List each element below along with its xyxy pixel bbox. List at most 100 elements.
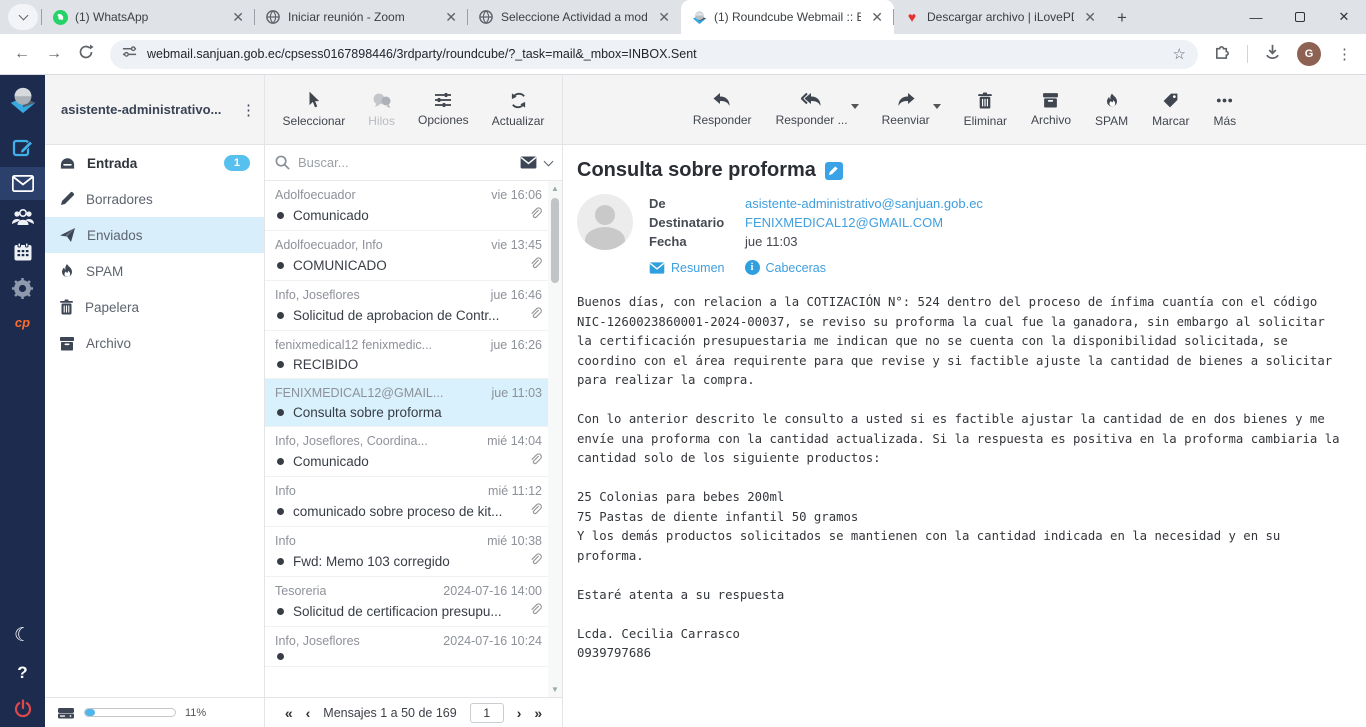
compose-button[interactable] (0, 129, 45, 167)
search-scope-icon[interactable] (520, 156, 537, 169)
tab-search-button[interactable] (8, 4, 38, 30)
reply-all-button[interactable]: Responder ... (776, 92, 848, 127)
quota-percent: 11% (185, 707, 206, 719)
message-row-selected[interactable]: FENIXMEDICAL12@GMAIL...jue 11:03 Consult… (265, 379, 548, 427)
tab-whatsapp[interactable]: (1) WhatsApp ✕ (42, 0, 255, 34)
close-icon[interactable]: ✕ (1081, 9, 1099, 26)
folder-papelera[interactable]: Papelera (45, 289, 264, 325)
scroll-down-icon[interactable]: ▼ (551, 682, 559, 697)
settings-nav-button[interactable] (0, 270, 45, 307)
refresh-icon (510, 92, 527, 109)
maximize-button[interactable] (1278, 0, 1322, 34)
message-row[interactable]: Infomié 11:12 comunicado sobre proceso d… (265, 477, 548, 527)
subject-row: Consulta sobre proforma (577, 159, 1346, 182)
tab-actividad[interactable]: Seleccione Actividad a mod ✕ (468, 0, 681, 34)
mark-button[interactable]: Marcar (1152, 92, 1189, 128)
close-icon[interactable]: ✕ (229, 9, 247, 26)
message-row[interactable]: Info, Joseflores2024-07-16 10:24 (265, 627, 548, 667)
mail-nav-button[interactable] (0, 167, 45, 200)
folder-options-icon[interactable]: ⋮ (241, 101, 256, 119)
threads-icon (372, 92, 392, 109)
folder-archivo[interactable]: Archivo (45, 325, 264, 361)
body-paragraph (577, 605, 1346, 625)
tab-zoom[interactable]: Iniciar reunión - Zoom ✕ (255, 0, 468, 34)
download-icon[interactable] (1264, 43, 1281, 65)
options-button[interactable]: Opciones (418, 92, 469, 127)
dark-mode-icon[interactable]: ☾ (0, 616, 45, 655)
cpanel-icon[interactable]: cp (0, 307, 45, 338)
forward-menu-caret[interactable] (933, 104, 941, 109)
url-bar[interactable]: webmail.sanjuan.gob.ec/cpsess0167898446/… (110, 40, 1198, 69)
close-icon[interactable]: ✕ (442, 9, 460, 26)
page-number-box[interactable]: 1 (470, 703, 504, 723)
unread-dot (277, 508, 284, 515)
headers-button[interactable]: i Cabeceras (745, 260, 826, 275)
forward-button[interactable]: Reenviar (882, 92, 930, 127)
forward-icon[interactable]: → (46, 45, 62, 63)
close-icon[interactable]: ✕ (868, 9, 886, 26)
list-scrollbar[interactable]: ▲ ▼ (548, 181, 562, 697)
edit-subject-icon[interactable] (825, 162, 843, 180)
reload-icon[interactable] (78, 44, 94, 65)
help-icon[interactable]: ? (0, 655, 45, 691)
message-row[interactable]: Info, Joseflores, Coordina...mié 14:04 C… (265, 427, 548, 477)
browser-menu-icon[interactable]: ⋮ (1337, 45, 1352, 63)
unread-dot (277, 409, 284, 416)
to-address[interactable]: FENIXMEDICAL12@GMAIL.COM (745, 215, 943, 230)
message-row[interactable]: Info, Josefloresjue 16:46 Solicitud de a… (265, 281, 548, 331)
refresh-button[interactable]: Actualizar (492, 92, 545, 128)
scroll-up-icon[interactable]: ▲ (551, 181, 559, 196)
summary-button[interactable]: Resumen (649, 261, 725, 275)
storage-icon (57, 706, 75, 720)
calendar-nav-button[interactable] (0, 234, 45, 270)
next-page-icon[interactable]: › (517, 705, 522, 721)
delete-button[interactable]: Eliminar (964, 92, 1007, 128)
message-from: Info (275, 534, 296, 548)
last-page-icon[interactable]: » (534, 705, 542, 721)
message-row[interactable]: fenixmedical12 fenixmedic...jue 16:26 RE… (265, 331, 548, 379)
logout-icon[interactable] (0, 691, 45, 727)
message-row[interactable]: Tesoreria2024-07-16 14:00 Solicitud de c… (265, 577, 548, 627)
first-page-icon[interactable]: « (285, 705, 293, 721)
message-time: 2024-07-16 10:24 (443, 634, 542, 648)
threads-button[interactable]: Hilos (368, 92, 395, 128)
roundcube-logo (0, 75, 45, 129)
message-row[interactable]: Adolfoecuadorvie 16:06 Comunicado (265, 181, 548, 231)
folder-borradores[interactable]: Borradores (45, 181, 264, 217)
scrollbar-thumb[interactable] (551, 198, 559, 283)
search-input[interactable] (298, 155, 512, 170)
spam-button[interactable]: SPAM (1095, 92, 1128, 128)
close-window-button[interactable]: ✕ (1322, 0, 1366, 34)
contacts-nav-button[interactable] (0, 200, 45, 234)
minimize-button[interactable]: — (1234, 0, 1278, 34)
prev-page-icon[interactable]: ‹ (306, 705, 311, 721)
reply-all-menu-caret[interactable] (851, 104, 859, 109)
to-label: Destinatario (649, 215, 745, 230)
search-options-chevron-icon[interactable] (544, 156, 554, 166)
folder-enviados[interactable]: Enviados (45, 217, 264, 253)
message-from: Info (275, 484, 296, 498)
message-time: 2024-07-16 14:00 (443, 584, 542, 598)
profile-avatar[interactable]: G (1297, 42, 1321, 66)
more-button[interactable]: Más (1213, 92, 1236, 128)
tab-ilovepdf[interactable]: ♥ Descargar archivo | iLovePD ✕ (894, 0, 1107, 34)
back-icon[interactable]: ← (14, 45, 30, 63)
from-address[interactable]: asistente-administrativo@sanjuan.gob.ec (745, 196, 983, 211)
reply-button[interactable]: Responder (693, 92, 752, 127)
close-icon[interactable]: ✕ (655, 9, 673, 26)
tab-roundcube[interactable]: (1) Roundcube Webmail :: E ✕ (681, 0, 894, 34)
roundcube-icon (691, 9, 707, 25)
new-tab-button[interactable]: + (1107, 8, 1137, 34)
select-button[interactable]: Seleccionar (283, 91, 346, 128)
message-row[interactable]: Infomié 10:38 Fwd: Memo 103 corregido (265, 527, 548, 577)
globe-icon (265, 9, 281, 25)
tab-title: Seleccione Actividad a mod (501, 10, 648, 24)
extensions-icon[interactable] (1214, 43, 1231, 65)
message-row[interactable]: Adolfoecuador, Infovie 13:45 COMUNICADO (265, 231, 548, 281)
list-toolbar: Seleccionar Hilos Opciones Actualizar (265, 75, 562, 145)
folder-entrada[interactable]: Entrada 1 (45, 145, 264, 181)
folder-spam[interactable]: SPAM (45, 253, 264, 289)
site-settings-icon[interactable] (122, 44, 137, 64)
archive-button[interactable]: Archivo (1031, 92, 1071, 127)
bookmark-star-icon[interactable]: ☆ (1173, 45, 1186, 63)
